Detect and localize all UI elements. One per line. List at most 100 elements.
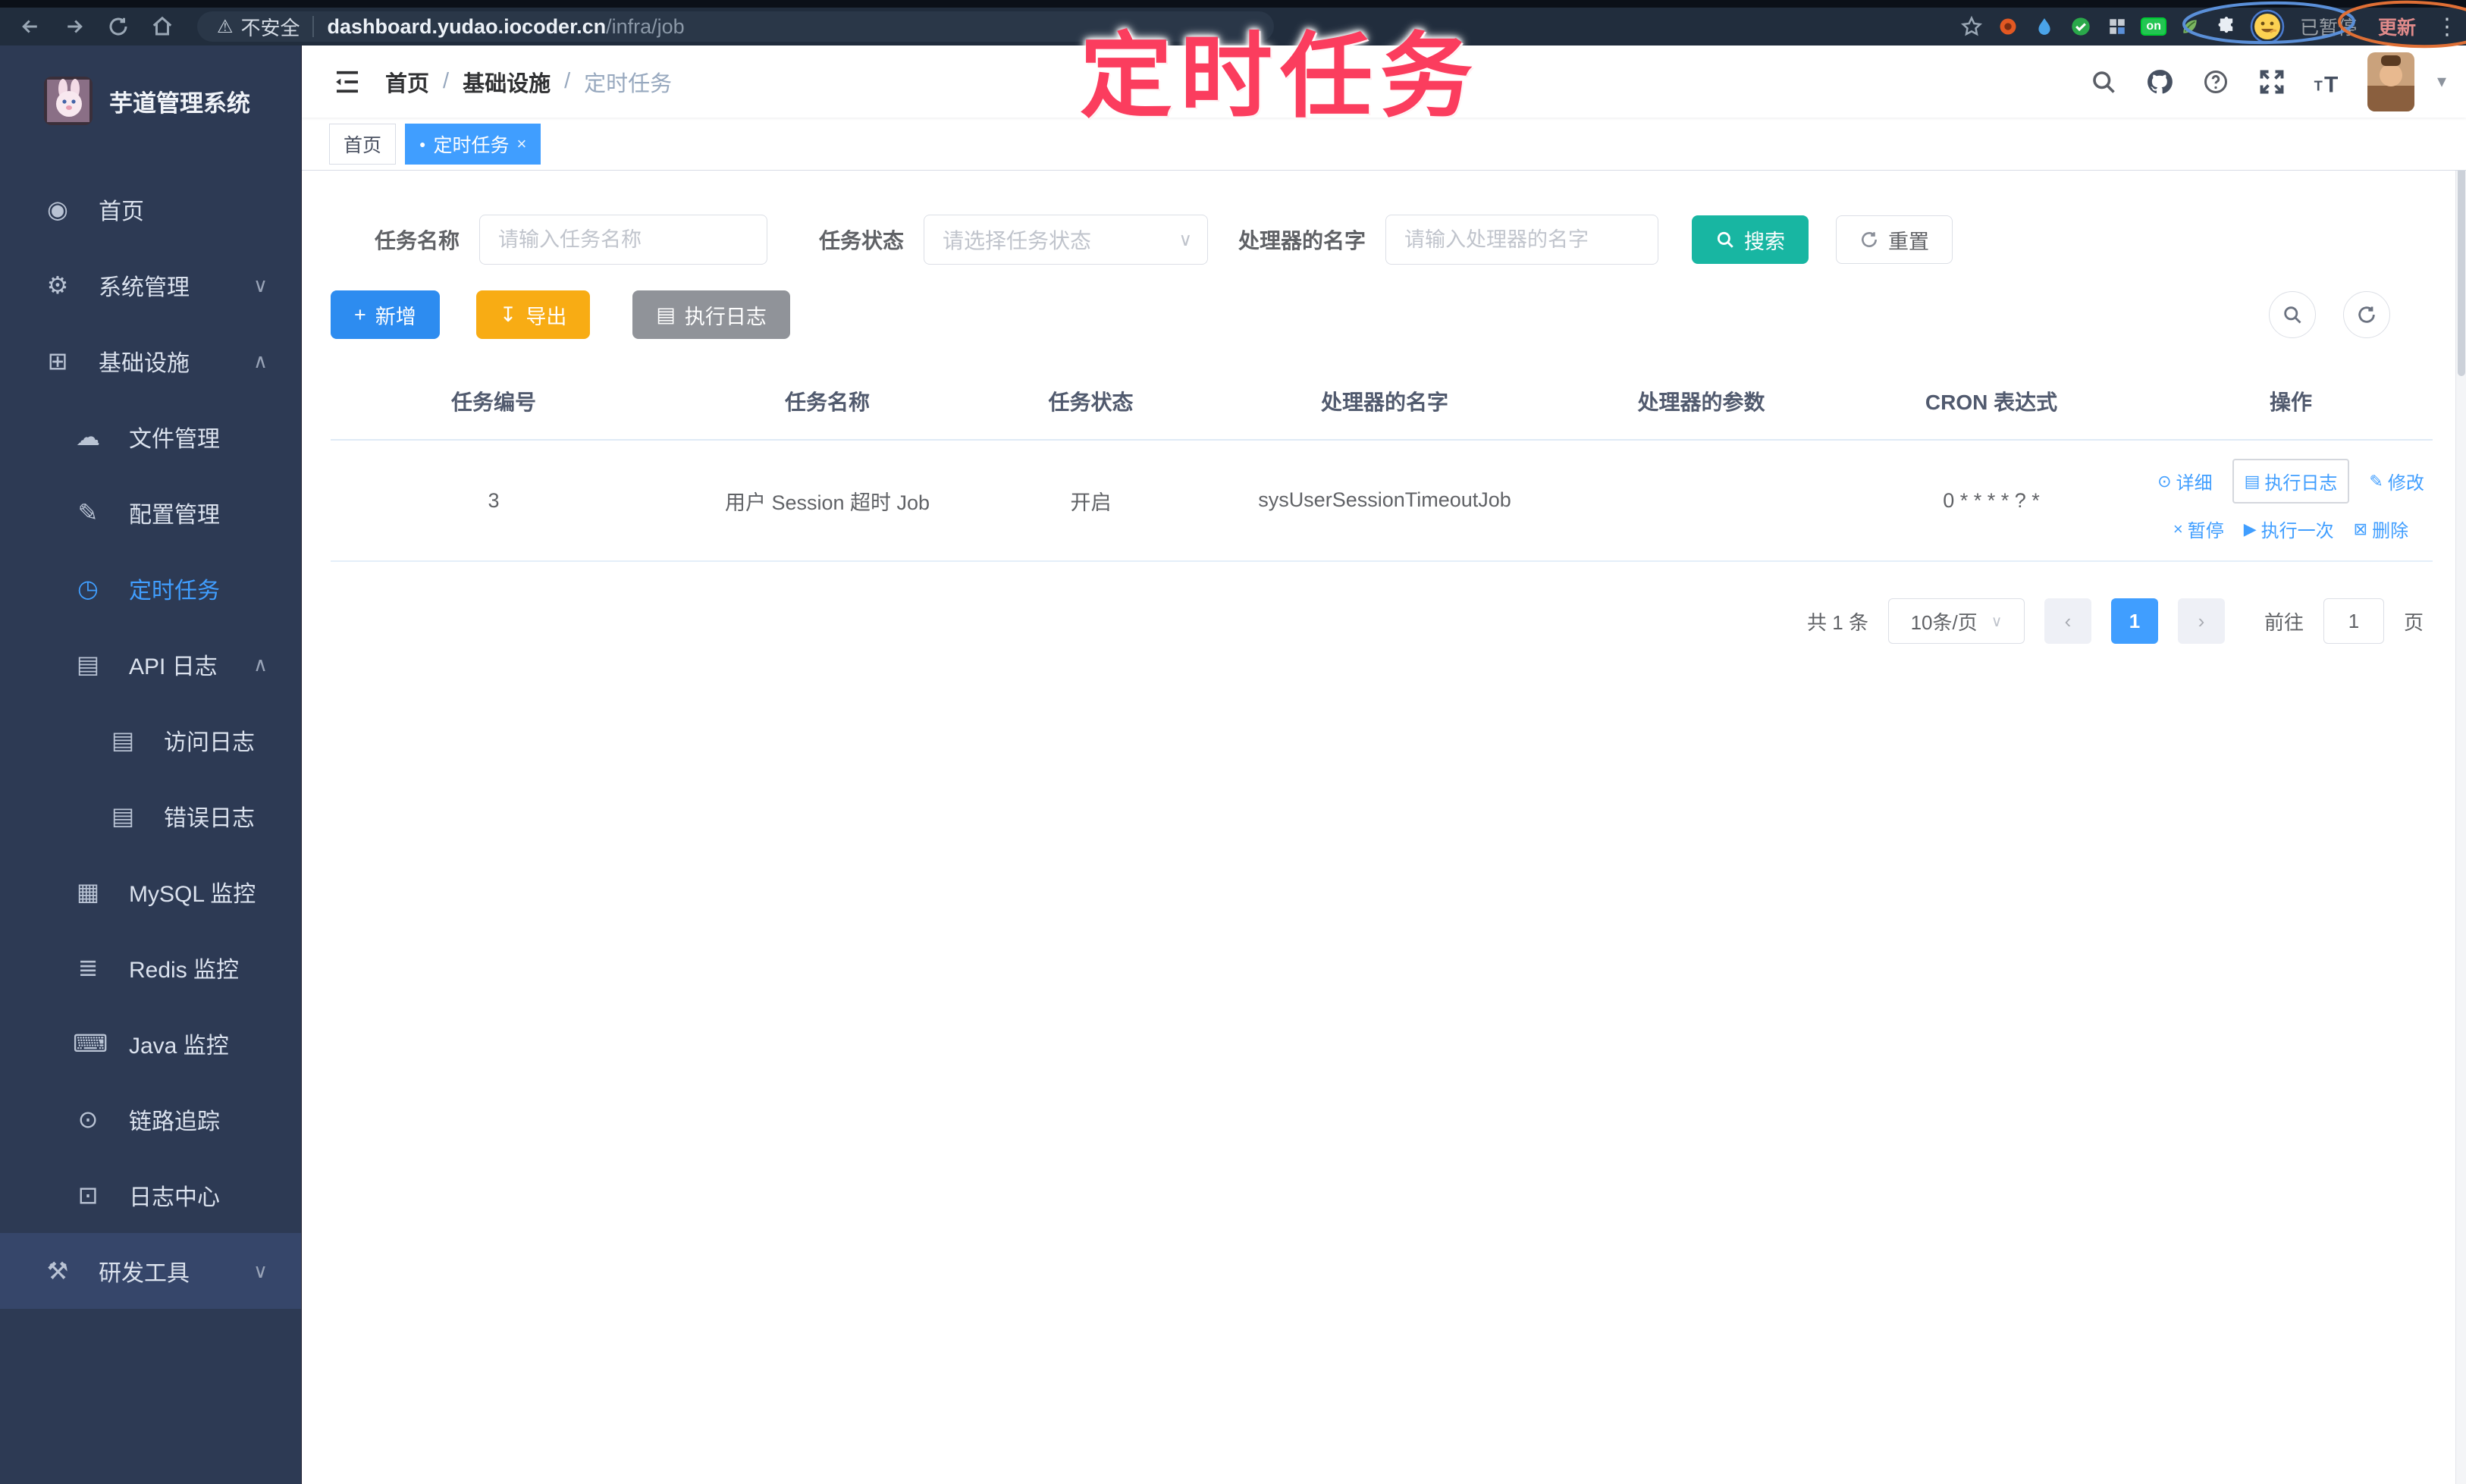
prev-page-button[interactable]: ‹ [2044, 598, 2091, 644]
svg-text:T: T [2314, 77, 2323, 93]
window-top-strip [0, 0, 2466, 8]
extension-grid-icon[interactable] [2104, 14, 2130, 39]
page-1-button[interactable]: 1 [2110, 598, 2158, 644]
sidebar-item-dev-tools[interactable]: ⚒ 研发工具 ∨ [0, 1233, 301, 1309]
sidebar-item-label: MySQL 监控 [129, 882, 256, 907]
user-menu-caret-icon[interactable]: ▾ [2437, 71, 2446, 93]
back-icon[interactable] [14, 10, 47, 43]
add-button[interactable]: + 新增 [331, 290, 440, 339]
reload-icon[interactable] [102, 10, 135, 43]
sidebar-item-log-center[interactable]: ⊡ 日志中心 [0, 1157, 301, 1233]
goto-page-input[interactable] [2323, 598, 2384, 644]
export-button-label: 导出 [526, 305, 567, 328]
forward-icon[interactable] [58, 10, 91, 43]
sidebar-item-file-manage[interactable]: ☁ 文件管理 [0, 399, 301, 475]
detail-link[interactable]: ⊙ 详细 [2157, 468, 2212, 494]
sidebar-item-scheduled-jobs[interactable]: ◷ 定时任务 [0, 551, 301, 626]
active-dot-icon: ● [419, 137, 426, 150]
app-header: 首页 / 基础设施 / 定时任务 TT ▾ [302, 45, 2466, 118]
page-size-select[interactable]: 10条/页 ∨ [1887, 598, 2025, 644]
job-name-input[interactable] [479, 215, 768, 265]
tab-label: 定时任务 [433, 134, 510, 156]
trash-icon: ⊠ [2353, 519, 2368, 538]
cell-operations: ⊙ 详细 ▤ 执行日志 ✎ 修改 × 暂停 ▶ 执行一次 ⊠ 删除 [2157, 441, 2424, 560]
extension-check-icon[interactable] [2068, 14, 2094, 39]
sidebar-item-error-log[interactable]: ▤ 错误日志 [0, 778, 301, 854]
font-size-icon[interactable]: TT [2311, 65, 2345, 99]
app-logo-row[interactable]: 芋道管理系统 [0, 45, 301, 144]
col-handler-param: 处理器的参数 [1637, 391, 1765, 414]
sidebar-item-label: 错误日志 [164, 806, 255, 831]
update-button[interactable]: 更新 [2378, 13, 2416, 40]
sidebar-item-label: Redis 监控 [129, 958, 240, 983]
export-button[interactable]: ↧ 导出 [475, 290, 591, 339]
job-log-link-label: 执行日志 [2264, 473, 2338, 494]
address-bar[interactable]: ⚠ 不安全 dashboard.yudao.iocoder.cn /infra/… [197, 11, 1274, 42]
sidebar-item-redis-monitor[interactable]: ≣ Redis 监控 [0, 930, 301, 1006]
sidebar-item-home[interactable]: ◉ 首页 [0, 171, 301, 247]
github-icon[interactable] [2143, 65, 2176, 99]
job-status-select[interactable]: 请选择任务状态 ∨ [924, 215, 1209, 265]
security-label[interactable]: 不安全 [241, 13, 300, 41]
sidebar-item-tracing[interactable]: ⊙ 链路追踪 [0, 1081, 301, 1157]
sidebar-item-config-manage[interactable]: ✎ 配置管理 [0, 475, 301, 551]
breadcrumb-section[interactable]: 基础设施 [463, 66, 551, 98]
cell-handler-param [1586, 441, 1817, 560]
tab-home[interactable]: 首页 [329, 123, 397, 165]
pause-link[interactable]: × 暂停 [2173, 516, 2224, 542]
extension-puzzle-icon[interactable] [2213, 14, 2239, 39]
pagination: 共 1 条 10条/页 ∨ ‹ 1 › 前往 页 [331, 598, 2433, 644]
help-icon[interactable] [2199, 65, 2232, 99]
user-avatar[interactable] [2367, 52, 2414, 111]
tag-view-bar: 首页 ● 定时任务 × [302, 118, 2466, 171]
profile-avatar-emoji[interactable] [2250, 9, 2285, 44]
extension-orange-icon[interactable] [1995, 14, 2021, 39]
refresh-button[interactable] [2343, 291, 2390, 338]
sidebar-item-label: 文件管理 [129, 427, 220, 452]
handler-name-input[interactable] [1385, 215, 1659, 265]
reset-button[interactable]: 重置 [1836, 215, 1953, 264]
breadcrumb-home[interactable]: 首页 [385, 66, 429, 98]
sidebar-item-java-monitor[interactable]: ⌨ Java 监控 [0, 1006, 301, 1081]
sidebar-item-infra[interactable]: ⊞ 基础设施 ∧ [0, 323, 301, 399]
toggle-search-button[interactable] [2269, 291, 2316, 338]
sidebar-item-mysql-monitor[interactable]: ▦ MySQL 监控 [0, 854, 301, 930]
extension-leaf-icon[interactable] [2177, 14, 2203, 39]
sidebar-item-label: 研发工具 [99, 1261, 190, 1286]
sidebar-item-label: 访问日志 [164, 730, 255, 755]
plus-icon: + [354, 303, 366, 326]
cell-job-id: 3 [488, 488, 500, 512]
sidebar-toggle-icon[interactable] [329, 64, 366, 100]
col-cron: CRON 表达式 [1925, 391, 2058, 414]
search-button-label: 搜索 [1744, 230, 1786, 253]
search-button[interactable]: 搜索 [1692, 215, 1809, 264]
table-toolbar: + 新增 ↧ 导出 ▤ 执行日志 [331, 290, 2433, 339]
log-center-icon: ⊡ [77, 1181, 99, 1209]
chevron-down-icon: ∨ [253, 1259, 268, 1282]
sidebar-item-access-log[interactable]: ▤ 访问日志 [0, 702, 301, 778]
page-scrollbar[interactable] [2455, 45, 2466, 1484]
tab-scheduled-jobs[interactable]: ● 定时任务 × [405, 123, 541, 165]
job-log-link[interactable]: ▤ 执行日志 [2232, 459, 2350, 504]
execution-log-button[interactable]: ▤ 执行日志 [632, 290, 790, 339]
delete-link-label: 删除 [2372, 521, 2409, 541]
edit-link[interactable]: ✎ 修改 [2369, 468, 2424, 494]
bookmark-star-icon[interactable] [1959, 14, 1984, 39]
close-icon[interactable]: × [517, 134, 527, 154]
next-page-button[interactable]: › [2177, 598, 2225, 644]
extension-drop-icon[interactable] [2031, 14, 2057, 39]
extension-on-badge[interactable]: on [2141, 17, 2166, 36]
home-icon[interactable] [146, 10, 179, 43]
fullscreen-icon[interactable] [2255, 65, 2289, 99]
delete-link[interactable]: ⊠ 删除 [2354, 516, 2408, 542]
browser-toolbar: ⚠ 不安全 dashboard.yudao.iocoder.cn /infra/… [0, 8, 2466, 45]
chevron-down-icon: ∨ [1991, 613, 2003, 630]
sidebar-item-api-log[interactable]: ▤ API 日志 ∧ [0, 626, 301, 702]
search-icon[interactable] [2087, 65, 2120, 99]
col-handler-name: 处理器的名字 [1320, 391, 1448, 414]
breadcrumb-separator: / [443, 69, 450, 93]
sidebar-item-system[interactable]: ⚙ 系统管理 ∨ [0, 247, 301, 323]
browser-menu-icon[interactable]: ⋮ [2436, 14, 2458, 40]
edit-link-label: 修改 [2387, 473, 2424, 494]
run-once-link[interactable]: ▶ 执行一次 [2244, 516, 2334, 542]
